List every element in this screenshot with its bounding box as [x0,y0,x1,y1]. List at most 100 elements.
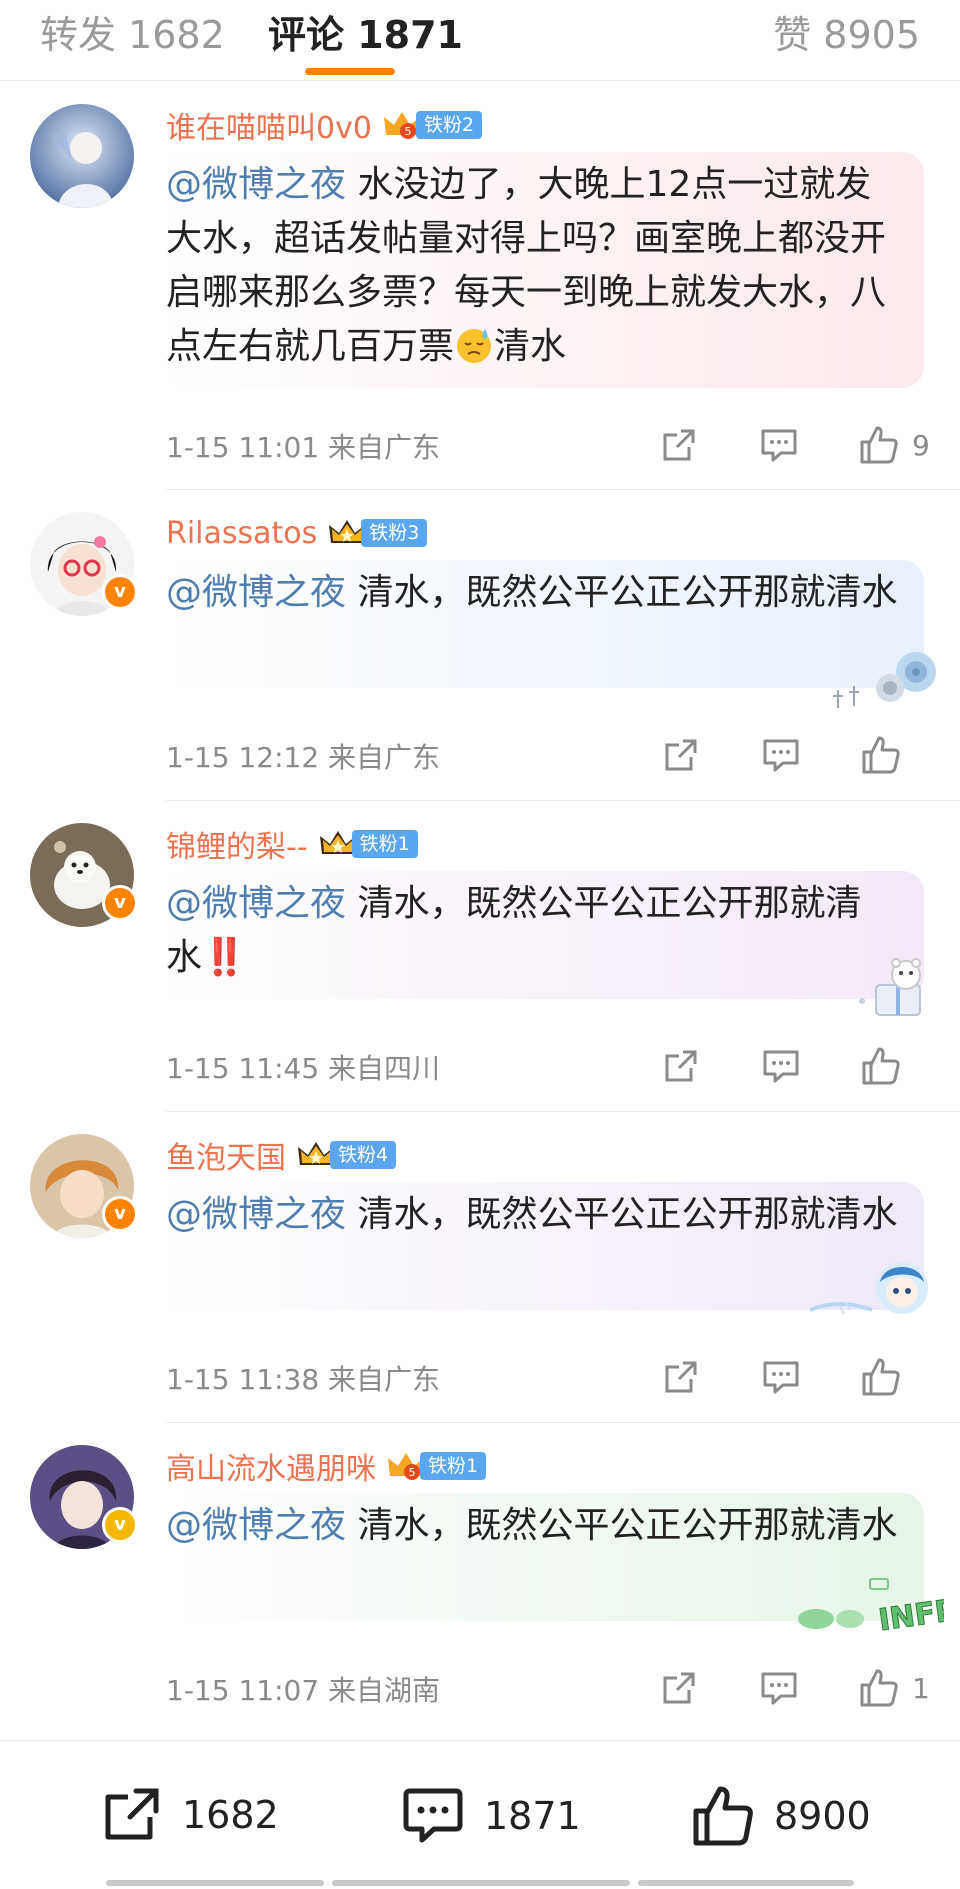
comment-text: @微博之夜 清水，既然公平公正公开那就清水 [166,1188,900,1242]
user-row: 高山流水遇朋咪 5 铁粉1 [166,1443,487,1489]
username[interactable]: Rilassatos [166,516,317,551]
comment-actions [660,734,902,776]
share-button[interactable] [660,1356,702,1398]
fan-badge: 铁粉2 [415,111,483,139]
bottom-action-bar: 1682 1871 8900 [0,1740,960,1889]
bear-gift-sticker-icon [859,958,921,1016]
share-icon [665,1361,697,1393]
tab-bar: 转发 1682 评论 1871 赞 8905 [0,0,960,81]
like-button[interactable]: 1 [858,1667,930,1709]
comment-bubble: @微博之夜 清水，既然公平公正公开那就清水‼️ [166,871,924,999]
comment-location: 来自广东 [328,741,441,774]
scroll-indicator [106,1880,324,1886]
mention-link[interactable]: @微博之夜 [166,164,346,205]
comment-time: 1-15 11:38 [166,1363,320,1396]
fan-badge: 铁粉1 [420,1452,487,1480]
like-button[interactable] [860,1356,902,1398]
reply-button[interactable] [760,1045,802,1087]
comment-body: 清水，既然公平公正公开那就清水 [346,1194,898,1235]
share-button[interactable] [658,1667,700,1709]
comment-bubble: @微博之夜 清水，既然公平公正公开那就清水 [166,560,924,688]
repost-button[interactable]: 1682 [100,1783,279,1847]
reply-button[interactable] [758,424,800,466]
comment-icon [761,1672,797,1705]
verified-badge-icon: v [102,1507,138,1543]
comment-button[interactable]: 1871 [400,1783,581,1849]
user-row: 鱼泡天国 铁粉4 [166,1132,397,1178]
reply-button[interactable] [760,1356,802,1398]
comment-time: 1-15 11:45 [166,1052,320,1085]
like-button[interactable] [860,1045,902,1087]
share-icon [665,739,697,771]
comment-actions: 9 [658,424,930,466]
tab-comments[interactable]: 评论 1871 [268,4,463,59]
like-button[interactable] [860,734,902,776]
comment-body-tail: 清水 [494,326,567,367]
thumb-up-icon [862,736,900,774]
username[interactable]: 高山流水遇朋咪 [166,1444,376,1488]
comment-body: 清水，既然公平公正公开那就清水 [346,572,898,613]
avatar-wrap [30,104,134,208]
sweat-face-emoji-icon [457,329,492,363]
comment-body: 清水，既然公平公正公开那就清水 [346,1505,898,1546]
fan-badge: 铁粉3 [361,519,428,547]
comment-location: 来自湖南 [328,1674,441,1707]
comment-icon [403,1788,463,1843]
user-row: Rilassatos 铁粉3 [166,510,428,556]
comment-time: 1-15 11:07 [166,1674,320,1707]
like-count: 8900 [774,1794,871,1838]
thumb-up-icon [693,1786,753,1846]
verified-badge-icon: v [102,885,138,921]
user-row: 谁在喵喵叫0v0 5 铁粉2 [166,102,483,148]
comment-location: 来自广东 [328,1363,441,1396]
avatar-wrap: v [30,1134,138,1238]
chibi-sticker-icon [810,1262,928,1315]
verified-badge-icon: v [102,1196,138,1232]
fan-badge: 铁粉1 [351,830,418,858]
thumb-up-icon [862,1358,900,1396]
share-button[interactable] [658,424,700,466]
thumb-up-icon [860,1669,898,1707]
comment-time: 1-15 12:12 [166,741,320,774]
reply-button[interactable] [760,734,802,776]
comment-text: @微博之夜 清水，既然公平公正公开那就清水 [166,1499,900,1553]
like-button[interactable]: 9 [858,424,930,466]
comment-meta: 1-15 11:45 来自四川 [166,1047,440,1087]
share-button[interactable] [660,1045,702,1087]
comment-meta: 1-15 11:01 来自广东 [166,426,440,466]
comment-item: v 高山流水遇朋咪 5 铁粉1 @微博之夜 清水，既然公平公正公开那就清水 IN… [0,1423,960,1734]
username[interactable]: 锦鲤的梨-- [166,822,308,866]
like-button[interactable]: 8900 [690,1783,871,1849]
infp-sticker-text: INFP [876,1593,944,1637]
share-icon [665,1050,697,1082]
mention-link[interactable]: @微博之夜 [166,1194,346,1235]
fan-badge: 铁粉4 [330,1141,397,1169]
like-count: 9 [912,428,930,462]
comment-actions [660,1356,902,1398]
infp-sticker: INFP [798,1578,944,1637]
avatar-wrap: v [30,1445,138,1549]
comment-item: v 锦鲤的梨-- 铁粉1 @微博之夜 清水，既然公平公正公开那就清水‼️ 1-1… [0,801,960,1112]
scroll-indicator [332,1880,630,1886]
avatar-wrap: v [30,823,138,927]
avatar[interactable] [30,104,134,208]
repost-count: 1682 [182,1793,279,1837]
share-button[interactable] [660,734,702,776]
mention-link[interactable]: @微博之夜 [166,1505,346,1546]
share-icon [105,1788,159,1840]
mention-link[interactable]: @微博之夜 [166,883,346,924]
comment-actions [660,1045,902,1087]
double-exclamation-emoji: ‼️ [202,937,247,978]
comment-time: 1-15 11:01 [166,431,320,464]
tab-reposts[interactable]: 转发 1682 [40,4,225,59]
comment-count: 1871 [484,1794,581,1838]
mention-link[interactable]: @微博之夜 [166,572,346,613]
tab-likes[interactable]: 赞 8905 [773,4,920,59]
reply-button[interactable] [758,1667,800,1709]
thumb-up-icon [862,1047,900,1085]
username[interactable]: 鱼泡天国 [166,1133,286,1177]
thumb-up-icon [860,426,898,464]
comment-meta: 1-15 11:07 来自湖南 [166,1669,440,1709]
like-count: 1 [912,1671,930,1705]
username[interactable]: 谁在喵喵叫0v0 [166,103,372,147]
